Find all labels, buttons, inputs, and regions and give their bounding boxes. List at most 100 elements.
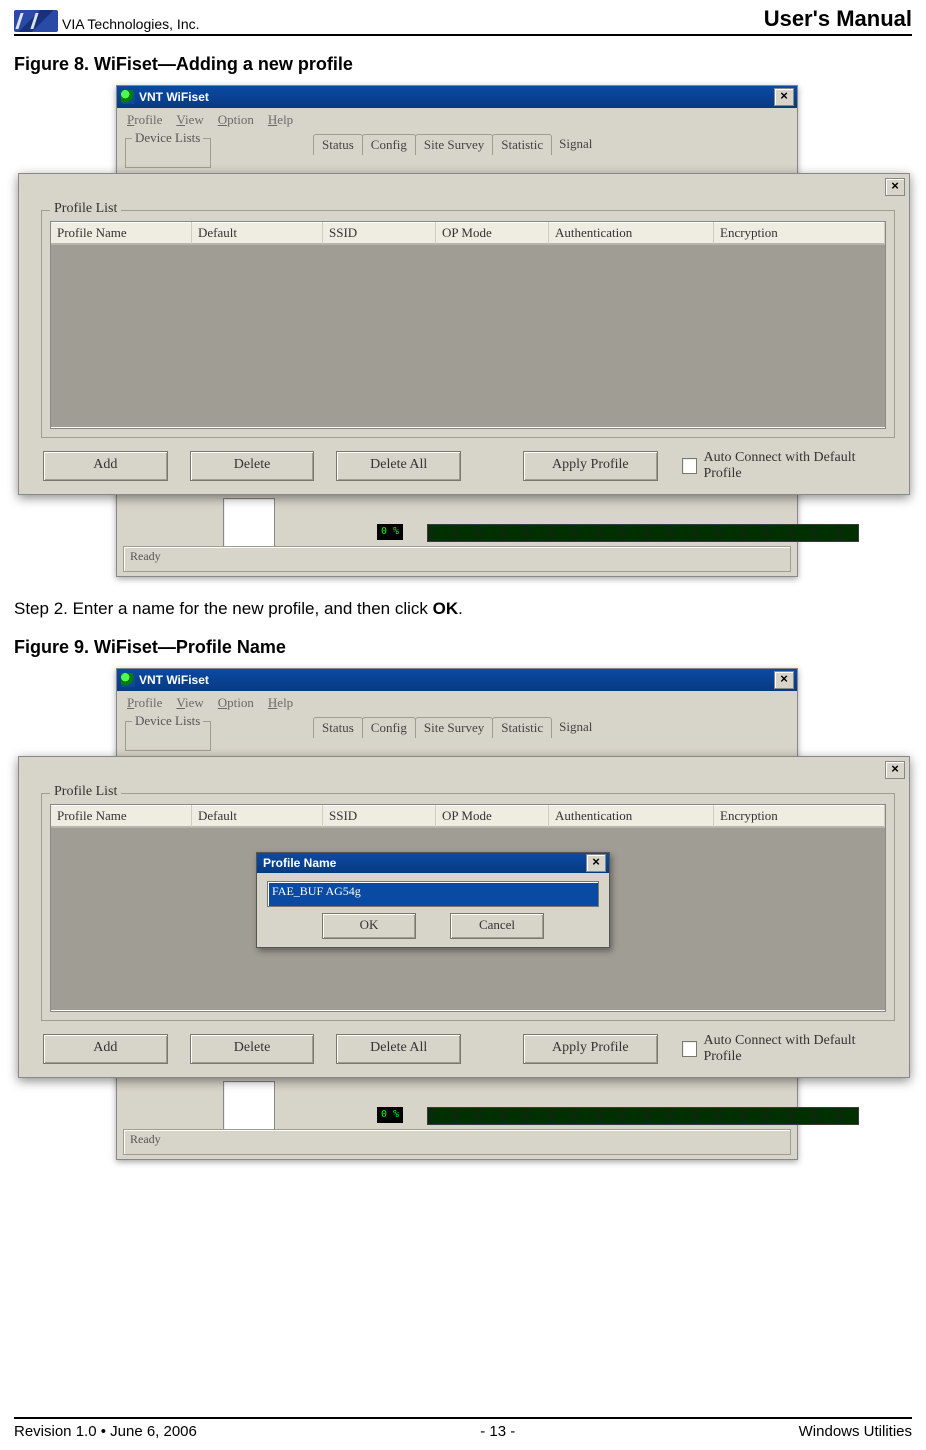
tab-statistic[interactable]: Statistic: [492, 717, 552, 738]
popup-buttons: OK Cancel: [257, 913, 609, 939]
tab-config[interactable]: Config: [362, 134, 416, 155]
profile-list-group: Profile List Profile Name Default SSID O…: [41, 793, 895, 1021]
header-left: VIA Technologies, Inc.: [14, 10, 200, 32]
device-slot: [223, 498, 275, 552]
status-bar: Ready: [123, 546, 791, 572]
popup-titlebar: Profile Name ×: [257, 853, 609, 873]
tabs: Status Config Site Survey Statistic Sign…: [313, 717, 599, 738]
figure8-title: Figure 8. WiFiset—Adding a new profile: [14, 54, 912, 75]
col-ssid[interactable]: SSID: [323, 222, 436, 244]
auto-connect-label: Auto Connect with Default Profile: [703, 1033, 895, 1065]
col-profile-name[interactable]: Profile Name: [51, 805, 192, 827]
tab-statistic[interactable]: Statistic: [492, 134, 552, 155]
delete-button[interactable]: Delete: [190, 1034, 315, 1064]
titlebar: VNT WiFiset ×: [117, 86, 797, 108]
close-icon[interactable]: ×: [885, 178, 905, 196]
app-icon: [121, 673, 135, 687]
delete-all-button[interactable]: Delete All: [336, 1034, 461, 1064]
delete-all-button[interactable]: Delete All: [336, 451, 461, 481]
signal-percent: 0 %: [377, 1107, 403, 1123]
col-authentication[interactable]: Authentication: [549, 222, 714, 244]
tab-site-survey[interactable]: Site Survey: [415, 134, 493, 155]
close-icon[interactable]: ×: [774, 671, 794, 689]
signal-track: [427, 524, 859, 542]
footer-left: Revision 1.0 • June 6, 2006: [14, 1423, 197, 1440]
document-page: VIA Technologies, Inc. User's Manual Fig…: [0, 0, 926, 1450]
checkbox-icon[interactable]: [682, 458, 698, 474]
figure9-stage: VNT WiFiset × Profile View Option Help D…: [18, 668, 908, 1158]
checkbox-icon[interactable]: [682, 1041, 698, 1057]
menu-profile[interactable]: Profile: [127, 695, 162, 711]
tab-signal[interactable]: Signal: [551, 134, 600, 155]
manual-title: User's Manual: [764, 6, 912, 32]
apply-profile-button[interactable]: Apply Profile: [523, 451, 658, 481]
col-ssid[interactable]: SSID: [323, 805, 436, 827]
cancel-button[interactable]: Cancel: [450, 913, 544, 939]
menubar: Profile View Option Help: [117, 108, 797, 132]
via-logo-icon: [14, 10, 58, 32]
profile-name-input[interactable]: FAE_BUF AG54g: [267, 881, 599, 907]
tab-config[interactable]: Config: [362, 717, 416, 738]
listview-header: Profile Name Default SSID OP Mode Authen…: [51, 805, 885, 828]
tab-status[interactable]: Status: [313, 717, 363, 738]
listview-header: Profile Name Default SSID OP Mode Authen…: [51, 222, 885, 245]
close-icon[interactable]: ×: [885, 761, 905, 779]
auto-connect-option[interactable]: Auto Connect with Default Profile: [682, 450, 895, 482]
step2-prefix: Step 2. Enter a name for the new profile…: [14, 599, 433, 618]
profile-name-popup: Profile Name × FAE_BUF AG54g OK Cancel: [256, 852, 610, 948]
close-icon[interactable]: ×: [774, 88, 794, 106]
profile-list-label: Profile List: [50, 784, 121, 800]
app-icon: [121, 90, 135, 104]
figure9-title: Figure 9. WiFiset—Profile Name: [14, 637, 912, 658]
apply-profile-button[interactable]: Apply Profile: [523, 1034, 658, 1064]
menu-help[interactable]: Help: [268, 695, 293, 711]
signal-track: [427, 1107, 859, 1125]
ok-button[interactable]: OK: [322, 913, 416, 939]
profile-listview[interactable]: Profile Name Default SSID OP Mode Authen…: [50, 221, 886, 429]
tab-site-survey[interactable]: Site Survey: [415, 717, 493, 738]
tab-signal[interactable]: Signal: [551, 717, 600, 738]
close-icon[interactable]: ×: [586, 854, 606, 872]
device-lists-group: Device Lists: [125, 721, 211, 751]
titlebar: VNT WiFiset ×: [117, 669, 797, 691]
step2-bold: OK: [433, 599, 459, 618]
col-profile-name[interactable]: Profile Name: [51, 222, 192, 244]
window-title: VNT WiFiset: [139, 90, 209, 104]
add-button[interactable]: Add: [43, 451, 168, 481]
signal-percent: 0 %: [377, 524, 403, 540]
footer-right: Windows Utilities: [799, 1423, 912, 1440]
col-op-mode[interactable]: OP Mode: [436, 805, 549, 827]
device-lists-group: Device Lists: [125, 138, 211, 168]
col-authentication[interactable]: Authentication: [549, 805, 714, 827]
page-footer: Revision 1.0 • June 6, 2006 - 13 - Windo…: [14, 1417, 912, 1440]
auto-connect-label: Auto Connect with Default Profile: [703, 450, 895, 482]
popup-title-text: Profile Name: [263, 856, 336, 870]
menu-option[interactable]: Option: [218, 112, 254, 128]
col-encryption[interactable]: Encryption: [714, 805, 885, 827]
status-bar: Ready: [123, 1129, 791, 1155]
window-title: VNT WiFiset: [139, 673, 209, 687]
dialog-buttons: Add Delete Delete All Apply Profile Auto…: [43, 1033, 895, 1065]
menu-view[interactable]: View: [176, 112, 203, 128]
menu-option[interactable]: Option: [218, 695, 254, 711]
listview-body[interactable]: [51, 245, 885, 427]
col-default[interactable]: Default: [192, 222, 323, 244]
footer-page-number: - 13 -: [480, 1423, 515, 1440]
col-encryption[interactable]: Encryption: [714, 222, 885, 244]
company-name: VIA Technologies, Inc.: [62, 16, 200, 32]
add-button[interactable]: Add: [43, 1034, 168, 1064]
device-slot: [223, 1081, 275, 1135]
profile-dialog: × Profile List Profile Name Default SSID…: [18, 756, 910, 1078]
col-default[interactable]: Default: [192, 805, 323, 827]
profile-list-group: Profile List Profile Name Default SSID O…: [41, 210, 895, 438]
menu-view[interactable]: View: [176, 695, 203, 711]
tab-status[interactable]: Status: [313, 134, 363, 155]
delete-button[interactable]: Delete: [190, 451, 315, 481]
col-op-mode[interactable]: OP Mode: [436, 222, 549, 244]
auto-connect-option[interactable]: Auto Connect with Default Profile: [682, 1033, 895, 1065]
menu-profile[interactable]: Profile: [127, 112, 162, 128]
menubar: Profile View Option Help: [117, 691, 797, 715]
dialog-buttons: Add Delete Delete All Apply Profile Auto…: [43, 450, 895, 482]
tabs: Status Config Site Survey Statistic Sign…: [313, 134, 599, 155]
menu-help[interactable]: Help: [268, 112, 293, 128]
